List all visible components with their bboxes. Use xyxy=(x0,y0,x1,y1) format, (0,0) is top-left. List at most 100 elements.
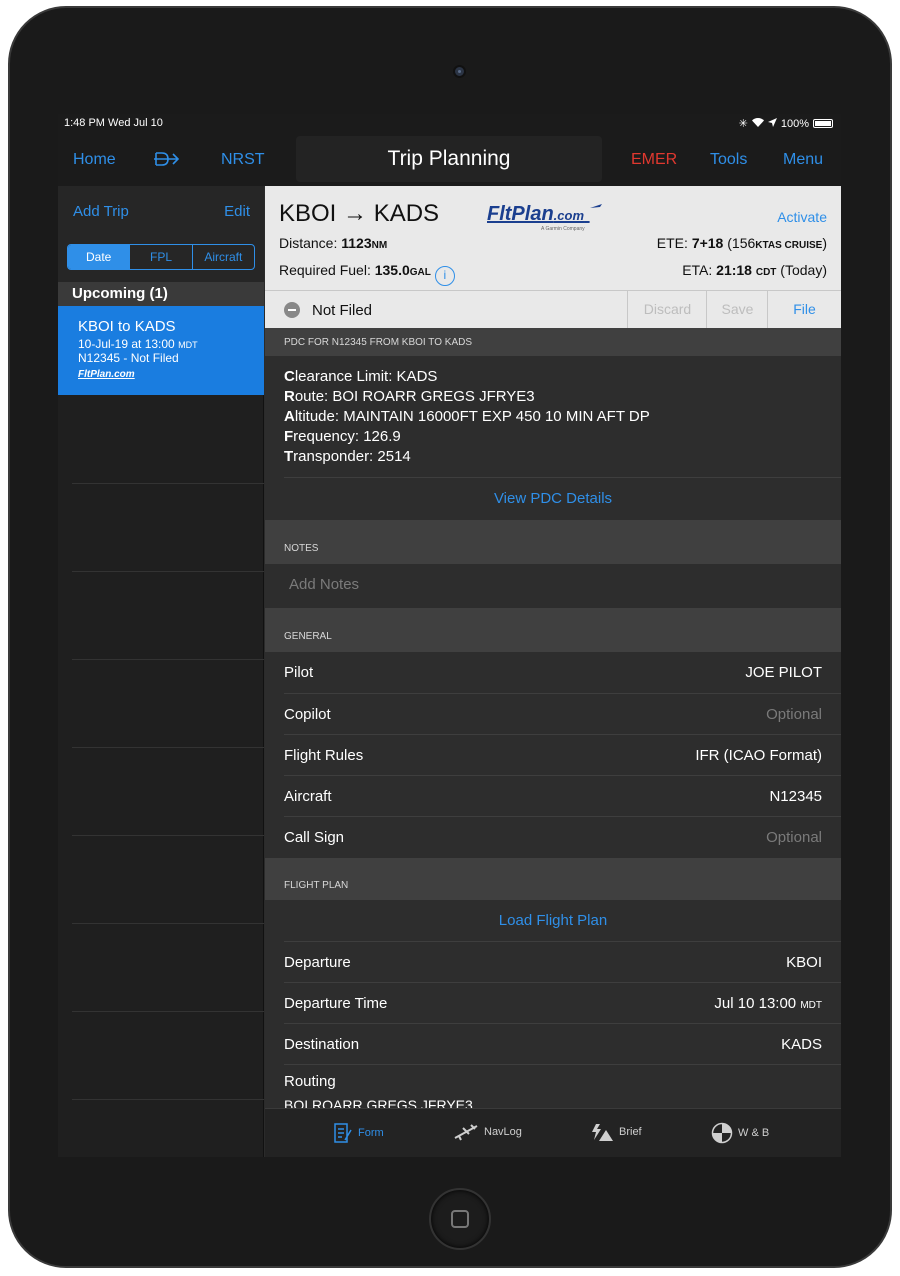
tab-weight-balance[interactable]: W & B xyxy=(711,1122,769,1144)
routing-value: BOI ROARR GREGS JFRYE3 xyxy=(284,1097,473,1108)
tab-brief[interactable]: Brief xyxy=(590,1122,642,1142)
pdc-line-altitude: Altitude: MAINTAIN 16000FT EXP 450 10 MI… xyxy=(284,408,650,425)
segment-fpl[interactable]: FPL xyxy=(130,245,193,269)
home-button[interactable] xyxy=(429,1188,491,1250)
aircraft-value: N12345 xyxy=(769,788,822,805)
status-time: 1:48 PM Wed Jul 10 xyxy=(64,117,163,129)
departure-time-label: Departure Time xyxy=(284,995,388,1012)
departure-time-row[interactable]: Departure Time Jul 10 13:00 MDT xyxy=(265,983,841,1024)
edit-button[interactable]: Edit xyxy=(224,203,250,220)
nrst-button[interactable]: NRST xyxy=(221,151,265,169)
bottom-tab-bar: Form NavLog Brief W & B xyxy=(265,1108,841,1157)
cg-icon xyxy=(711,1122,733,1144)
flight-rules-value: IFR (ICAO Format) xyxy=(695,747,822,764)
aircraft-label: Aircraft xyxy=(284,788,332,805)
aircraft-row[interactable]: Aircraft N12345 xyxy=(265,776,841,817)
departure-row[interactable]: Departure KBOI xyxy=(265,942,841,983)
not-filed-icon xyxy=(284,302,300,318)
fltplan-logo-small: FltPlan.com xyxy=(78,369,135,380)
add-trip-button[interactable]: Add Trip xyxy=(73,203,129,220)
pdc-line-route: Route: BOI ROARR GREGS JFRYE3 xyxy=(284,388,535,405)
segment-aircraft[interactable]: Aircraft xyxy=(193,245,254,269)
camera xyxy=(453,65,466,78)
page-title: Trip Planning xyxy=(387,147,511,170)
call-sign-value: Optional xyxy=(766,829,822,846)
call-sign-row[interactable]: Call Sign Optional xyxy=(265,817,841,858)
trip-detail: N12345 - Not Filed xyxy=(78,351,179,365)
route-title: KBOI → KADS xyxy=(279,200,440,227)
sort-segmented-control: Date FPL Aircraft xyxy=(67,244,255,270)
tools-button[interactable]: Tools xyxy=(710,151,747,169)
eta: ETA: 21:18 CDT (Today) xyxy=(682,262,827,278)
airplane-icon xyxy=(454,1124,478,1141)
nav-bar: Home NRST Trip Planning EMER Tools Menu xyxy=(58,134,841,186)
save-button[interactable]: Save xyxy=(706,291,768,328)
discard-button[interactable]: Discard xyxy=(627,291,707,328)
view-pdc-details-button[interactable]: View PDC Details xyxy=(265,490,841,507)
emer-button[interactable]: EMER xyxy=(631,151,677,169)
routing-row[interactable]: Routing BOI ROARR GREGS JFRYE3 xyxy=(265,1065,841,1108)
plane-icon xyxy=(589,204,602,208)
tab-navlog[interactable]: NavLog xyxy=(453,1122,522,1142)
pdc-line-transponder: Transponder: 2514 xyxy=(284,448,411,465)
form-icon xyxy=(334,1123,352,1143)
departure-time-value: Jul 10 13:00 MDT xyxy=(714,995,822,1012)
departure-label: Departure xyxy=(284,954,351,971)
filing-status-bar: Not Filed Discard Save File xyxy=(265,290,841,328)
call-sign-label: Call Sign xyxy=(284,829,345,846)
fltplan-logo: FltPlan.com xyxy=(487,202,602,226)
garmin-tagline: A Garmin Company xyxy=(541,226,585,232)
file-button[interactable]: File xyxy=(767,291,841,328)
trip-list-item[interactable]: KBOI to KADS 10-Jul-19 at 13:00 MDT N123… xyxy=(58,306,264,395)
trip-detail-pane: KBOI → KADS FltPlan.com A Garmin Company… xyxy=(265,186,841,1157)
trip-summary-header: KBOI → KADS FltPlan.com A Garmin Company… xyxy=(265,186,841,290)
trip-title: KBOI to KADS xyxy=(78,318,176,335)
battery-percent: 100% xyxy=(780,117,809,130)
pdc-section-header: PDC FOR N12345 FROM KBOI TO KADS xyxy=(265,328,841,356)
pdc-line-frequency: Frequency: 126.9 xyxy=(284,428,401,445)
home-nav-button[interactable]: Home xyxy=(73,151,116,169)
destination-row[interactable]: Destination KADS xyxy=(265,1024,841,1065)
menu-button[interactable]: Menu xyxy=(783,151,823,169)
required-fuel: Required Fuel: 135.0GAL i xyxy=(279,262,455,286)
pilot-value: JOE PILOT xyxy=(745,664,822,681)
routing-label: Routing xyxy=(284,1073,336,1090)
flight-rules-row[interactable]: Flight Rules IFR (ICAO Format) xyxy=(265,735,841,776)
direct-to-icon xyxy=(154,152,180,166)
wifi-icon xyxy=(751,117,764,130)
filing-status: Not Filed xyxy=(312,302,373,319)
pdc-clearance: Clearance Limit: KADS Route: BOI ROARR G… xyxy=(265,356,841,478)
weather-alert-icon xyxy=(592,1124,613,1141)
battery-icon xyxy=(813,119,833,128)
general-section-header: GENERAL xyxy=(265,608,841,652)
segment-date[interactable]: Date xyxy=(68,245,131,269)
tab-form[interactable]: Form xyxy=(333,1122,384,1144)
destination-value: KADS xyxy=(781,1036,822,1053)
screen: 1:48 PM Wed Jul 10 ✳ 100% Home NRST Trip… xyxy=(58,114,841,1157)
departure-value: KBOI xyxy=(786,954,822,971)
trip-date: 10-Jul-19 at 13:00 MDT xyxy=(78,337,198,351)
direct-to-button[interactable] xyxy=(154,151,180,172)
copilot-value: Optional xyxy=(766,706,822,723)
pilot-label: Pilot xyxy=(284,664,314,681)
trip-sidebar: Add Trip Edit Date FPL Aircraft Upcoming… xyxy=(58,186,264,1157)
brightness-icon: ✳ xyxy=(738,118,748,130)
notes-section-header: NOTES xyxy=(265,520,841,564)
location-icon xyxy=(767,117,777,130)
distance: Distance: 1123NM xyxy=(279,235,388,251)
flight-rules-label: Flight Rules xyxy=(284,747,364,764)
sidebar-toolbar: Add Trip Edit Date FPL Aircraft xyxy=(58,186,264,282)
status-bar: 1:48 PM Wed Jul 10 ✳ 100% xyxy=(58,114,841,134)
copilot-row[interactable]: Copilot Optional xyxy=(265,694,841,735)
pilot-row[interactable]: Pilot JOE PILOT xyxy=(265,652,841,693)
pdc-line-clearance: Clearance Limit: KADS xyxy=(284,368,438,385)
flight-plan-section-header: FLIGHT PLAN xyxy=(265,858,841,900)
add-notes-field[interactable]: Add Notes xyxy=(289,576,359,593)
activate-button[interactable]: Activate xyxy=(777,209,827,225)
notes-row[interactable]: Add Notes xyxy=(265,564,841,608)
info-icon[interactable]: i xyxy=(434,266,455,286)
load-flight-plan-button[interactable]: Load Flight Plan xyxy=(265,912,841,929)
copilot-label: Copilot xyxy=(284,706,331,723)
load-flight-plan-row[interactable]: Load Flight Plan xyxy=(265,900,841,941)
view-pdc-details-row[interactable]: View PDC Details xyxy=(265,478,841,519)
